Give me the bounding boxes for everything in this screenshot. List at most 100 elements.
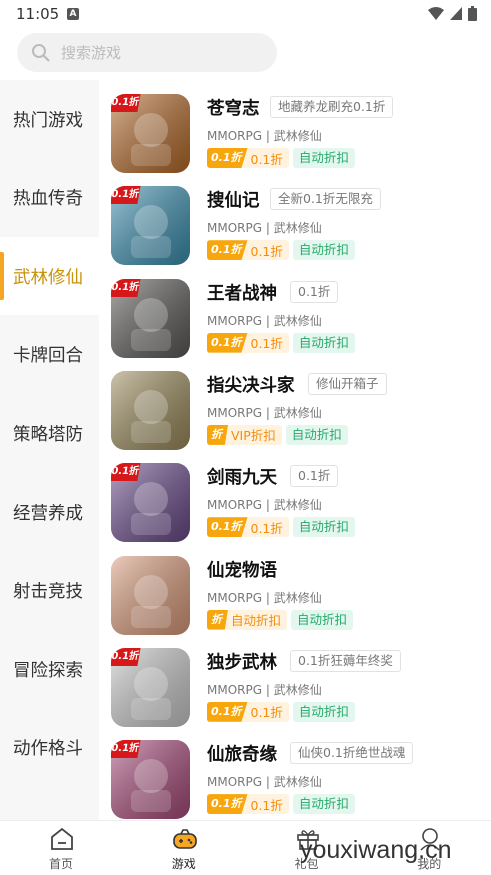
- game-list-item[interactable]: 0.1折 王者战神 0.1折 MMORPG | 武林修仙 0.1折 0.1折 自…: [99, 265, 491, 358]
- auto-discount-tag: 自动折扣: [292, 517, 355, 538]
- sidebar-item[interactable]: 热血传奇: [0, 159, 99, 237]
- discount-value: 0.1折: [250, 705, 283, 721]
- game-list-item[interactable]: 0.1折 仙旅奇缘 仙侠0.1折绝世战魂 MMORPG | 武林修仙 0.1折 …: [99, 726, 491, 820]
- discount-value: 0.1折: [250, 151, 283, 167]
- discount-pill: 0.1折 0.1折: [207, 701, 289, 722]
- auto-discount-tag: 自动折扣: [292, 701, 355, 722]
- game-icon[interactable]: [111, 555, 190, 635]
- discount-badge: 0.1折: [111, 647, 141, 666]
- discount-pill: 0.1折 0.1折: [207, 240, 289, 261]
- game-icon[interactable]: 0.1折: [111, 463, 190, 543]
- game-meta: MMORPG | 武林修仙: [207, 405, 322, 420]
- auto-discount-tag: 自动折扣: [285, 424, 348, 445]
- discount-badge: 0.1折: [111, 463, 141, 482]
- auto-discount-tag: 自动折扣: [292, 332, 355, 353]
- sidebar-item[interactable]: 热门游戏: [0, 80, 99, 158]
- wifi-icon: [428, 7, 444, 20]
- sidebar-item[interactable]: 冒险探索: [0, 630, 99, 708]
- discount-value: 0.1折: [250, 243, 283, 259]
- tab-label: 首页: [48, 857, 73, 871]
- game-name: 仙宠物语: [207, 560, 277, 581]
- tab-gamepad[interactable]: 游戏: [123, 821, 245, 875]
- discount-value: VIP折扣: [231, 428, 276, 444]
- status-bar: 11:05 A: [0, 0, 491, 30]
- search-bar[interactable]: [17, 33, 277, 72]
- status-time: 11:05: [16, 5, 60, 23]
- discount-badge: 0.1折: [111, 740, 141, 759]
- discount-label: 0.1折: [207, 148, 248, 168]
- search-input[interactable]: [61, 33, 261, 72]
- discount-pill: 折 VIP折扣: [207, 424, 282, 445]
- game-list: 0.1折 苍穹志 地藏养龙刷充0.1折 MMORPG | 武林修仙 0.1折 0…: [99, 80, 491, 820]
- game-tag: 0.1折: [290, 465, 339, 488]
- discount-value: 自动折扣: [231, 613, 282, 628]
- discount-label: 0.1折: [207, 517, 248, 538]
- game-meta: MMORPG | 武林修仙: [207, 775, 322, 790]
- sidebar-item[interactable]: 射击竞技: [0, 552, 99, 630]
- game-tag: 地藏养龙刷充0.1折: [270, 96, 394, 118]
- game-icon[interactable]: [111, 370, 190, 450]
- discount-pill: 0.1折 0.1折: [207, 148, 289, 168]
- game-tag: 全新0.1折无限充: [270, 188, 381, 211]
- game-list-item[interactable]: 0.1折 独步武林 0.1折狂薅年终奖 MMORPG | 武林修仙 0.1折 0…: [99, 634, 491, 727]
- game-meta: MMORPG | 武林修仙: [207, 590, 322, 605]
- discount-label: 折: [207, 424, 228, 445]
- discount-label: 0.1折: [207, 701, 248, 722]
- tab-home[interactable]: 首页: [0, 821, 122, 875]
- auto-discount-tag: 自动折扣: [291, 609, 354, 630]
- game-meta: MMORPG | 武林修仙: [207, 221, 322, 236]
- search-icon: [32, 44, 50, 62]
- auto-discount-tag: 自动折扣: [292, 240, 355, 261]
- game-tag: 0.1折: [290, 280, 339, 303]
- game-tag: 修仙开箱子: [308, 372, 387, 395]
- game-icon[interactable]: 0.1折: [111, 740, 190, 820]
- game-name: 独步武林: [207, 652, 277, 673]
- discount-badge: 0.1折: [111, 278, 141, 297]
- tab-label: 游戏: [171, 857, 196, 871]
- auto-discount-tag: 自动折扣: [292, 148, 355, 168]
- game-meta: MMORPG | 武林修仙: [207, 498, 322, 513]
- game-meta: MMORPG | 武林修仙: [207, 682, 322, 697]
- game-meta: MMORPG | 武林修仙: [207, 129, 322, 143]
- game-name: 仙旅奇缘: [207, 745, 277, 766]
- game-name: 苍穹志: [207, 99, 260, 119]
- game-icon[interactable]: 0.1折: [111, 94, 190, 173]
- game-list-item[interactable]: 0.1折 搜仙记 全新0.1折无限充 MMORPG | 武林修仙 0.1折 0.…: [99, 172, 491, 266]
- game-name: 搜仙记: [207, 191, 260, 212]
- discount-value: 0.1折: [250, 336, 283, 352]
- game-icon[interactable]: 0.1折: [111, 647, 190, 727]
- discount-label: 0.1折: [207, 240, 248, 261]
- discount-badge: 0.1折: [111, 94, 141, 112]
- home-icon: [49, 826, 75, 852]
- sidebar-item[interactable]: 策略塔防: [0, 394, 99, 472]
- sidebar-item[interactable]: 武林修仙: [0, 237, 99, 316]
- game-list-item[interactable]: 指尖决斗家 修仙开箱子 MMORPG | 武林修仙 折 VIP折扣 自动折扣: [99, 357, 491, 450]
- sidebar-item[interactable]: 经营养成: [0, 473, 99, 551]
- discount-pill: 0.1折 0.1折: [207, 794, 289, 815]
- discount-pill: 0.1折 0.1折: [207, 517, 289, 538]
- game-meta: MMORPG | 武林修仙: [207, 313, 322, 328]
- discount-label: 0.1折: [207, 332, 248, 353]
- game-tag: 0.1折狂薅年终奖: [290, 649, 401, 672]
- discount-value: 0.1折: [250, 520, 283, 536]
- category-sidebar: 热门游戏 热血传奇 武林修仙 卡牌回合 策略塔防 经营养成 射击竞技 冒险探索 动作格斗: [0, 80, 99, 820]
- game-icon[interactable]: 0.1折: [111, 278, 190, 358]
- discount-value: 0.1折: [250, 797, 283, 813]
- game-list-item[interactable]: 0.1折 苍穹志 地藏养龙刷充0.1折 MMORPG | 武林修仙 0.1折 0…: [99, 80, 491, 173]
- game-name: 王者战神: [207, 283, 277, 304]
- game-tag: 仙侠0.1折绝世战魂: [290, 742, 414, 765]
- game-name: 剑雨九天: [207, 468, 277, 489]
- game-name: 指尖决斗家: [207, 375, 295, 396]
- gamepad-icon: [172, 826, 198, 852]
- signal-icon: [450, 7, 462, 20]
- game-list-item[interactable]: 仙宠物语 MMORPG | 武林修仙 折 自动折扣 自动折扣: [99, 542, 491, 635]
- discount-badge: 0.1折: [111, 186, 141, 205]
- sidebar-item[interactable]: 卡牌回合: [0, 316, 99, 394]
- discount-pill: 折 自动折扣: [207, 609, 288, 630]
- discount-label: 折: [207, 609, 228, 630]
- sidebar-item[interactable]: 动作格斗: [0, 709, 99, 787]
- game-list-item[interactable]: 0.1折 剑雨九天 0.1折 MMORPG | 武林修仙 0.1折 0.1折 自…: [99, 449, 491, 543]
- game-icon[interactable]: 0.1折: [111, 186, 190, 266]
- discount-pill: 0.1折 0.1折: [207, 332, 289, 353]
- notification-icon: A: [67, 8, 79, 20]
